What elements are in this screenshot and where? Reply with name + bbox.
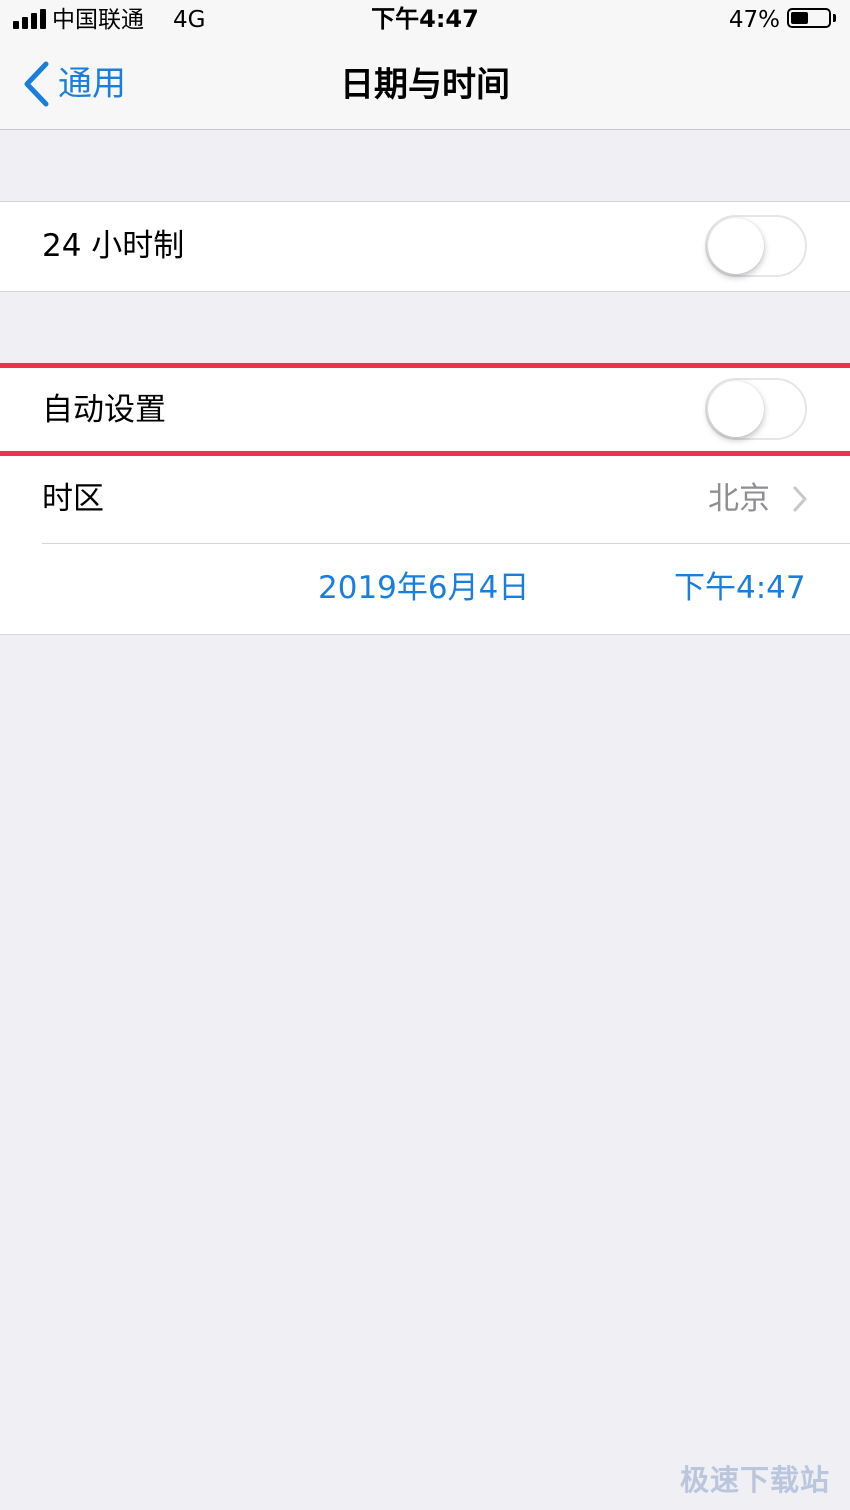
settings-group-datetime: 自动设置 时区 北京 2019年6月4日 下午4:47: [0, 365, 850, 635]
battery-icon: [787, 8, 831, 28]
row-timezone-label: 时区: [42, 481, 104, 517]
date-value[interactable]: 2019年6月4日: [318, 568, 529, 608]
row-24-hour-label: 24 小时制: [42, 228, 185, 264]
status-bar: 中国联通 4G 下午4:47 47%: [0, 0, 850, 40]
chevron-right-icon: [793, 486, 807, 512]
toggle-knob: [708, 381, 764, 437]
row-auto-set: 自动设置: [0, 366, 850, 455]
highlight-line-bottom: [0, 451, 850, 456]
navigation-bar: 通用 日期与时间: [0, 40, 850, 130]
row-date-time: 2019年6月4日 下午4:47: [0, 543, 850, 633]
settings-group-format: 24 小时制: [0, 201, 850, 292]
battery-percent: 47%: [728, 7, 780, 33]
watermark: 极速下载站: [679, 1463, 830, 1497]
battery-fill: [791, 12, 808, 24]
toggle-knob: [708, 218, 764, 274]
toggle-24-hour[interactable]: [705, 215, 807, 277]
battery-tip: [833, 14, 836, 22]
row-auto-set-label: 自动设置: [42, 392, 166, 428]
row-timezone[interactable]: 时区 北京: [0, 455, 850, 543]
time-value[interactable]: 下午4:47: [674, 568, 806, 608]
page-title: 日期与时间: [340, 65, 510, 105]
row-24-hour: 24 小时制: [0, 202, 850, 291]
highlight-line-top: [0, 363, 850, 368]
status-time: 下午4:47: [371, 5, 479, 33]
row-timezone-value: 北京: [708, 481, 770, 517]
toggle-auto-set[interactable]: [705, 378, 807, 440]
